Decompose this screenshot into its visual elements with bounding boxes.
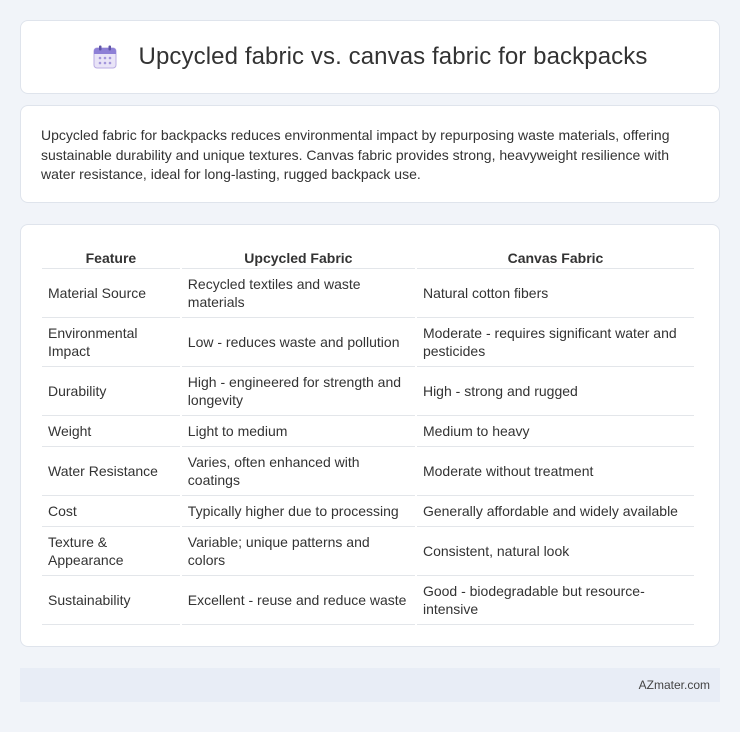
cell-upcycled: Excellent - reuse and reduce waste [181,576,415,625]
comparison-table: Feature Upcycled Fabric Canvas Fabric Ma… [40,247,696,625]
header-canvas: Canvas Fabric [416,247,694,269]
cell-upcycled: Low - reduces waste and pollution [181,318,415,367]
table-row: Durability High - engineered for strengt… [42,367,694,416]
cell-feature: Cost [42,496,180,527]
header-card: Upcycled fabric vs. canvas fabric for ba… [20,20,720,94]
cell-canvas: Moderate without treatment [416,447,694,496]
footer: AZmater.com [20,668,720,702]
table-row: Water Resistance Varies, often enhanced … [42,447,694,496]
cell-canvas: Generally affordable and widely availabl… [416,496,694,527]
cell-upcycled: Typically higher due to processing [181,496,415,527]
table-card: Feature Upcycled Fabric Canvas Fabric Ma… [20,224,720,647]
cell-upcycled: Light to medium [181,416,415,447]
cell-upcycled: Variable; unique patterns and colors [181,527,415,576]
intro-card: Upcycled fabric for backpacks reduces en… [20,105,720,203]
table-row: Material Source Recycled textiles and wa… [42,269,694,318]
header-feature: Feature [42,247,180,269]
table-row: Environmental Impact Low - reduces waste… [42,318,694,367]
intro-text: Upcycled fabric for backpacks reduces en… [41,127,670,182]
cell-feature: Texture & Appearance [42,527,180,576]
cell-canvas: Medium to heavy [416,416,694,447]
cell-feature: Environmental Impact [42,318,180,367]
cell-upcycled: Recycled textiles and waste materials [181,269,415,318]
cell-feature: Material Source [42,269,180,318]
cell-feature: Water Resistance [42,447,180,496]
cell-canvas: Consistent, natural look [416,527,694,576]
table-row: Cost Typically higher due to processing … [42,496,694,527]
footer-site-link[interactable]: AZmater.com [639,678,710,692]
cell-canvas: Good - biodegradable but resource-intens… [416,576,694,625]
cell-canvas: Natural cotton fibers [416,269,694,318]
page-title: Upcycled fabric vs. canvas fabric for ba… [138,43,648,70]
table-row: Weight Light to medium Medium to heavy [42,416,694,447]
calendar-icon [93,45,117,69]
cell-canvas: High - strong and rugged [416,367,694,416]
title-wrap: Upcycled fabric vs. canvas fabric for ba… [93,43,648,71]
header-upcycled: Upcycled Fabric [181,247,415,269]
cell-canvas: Moderate - requires significant water an… [416,318,694,367]
table-row: Sustainability Excellent - reuse and red… [42,576,694,625]
cell-feature: Durability [42,367,180,416]
table-row: Texture & Appearance Variable; unique pa… [42,527,694,576]
table-header-row: Feature Upcycled Fabric Canvas Fabric [42,247,694,269]
cell-feature: Weight [42,416,180,447]
cell-feature: Sustainability [42,576,180,625]
cell-upcycled: High - engineered for strength and longe… [181,367,415,416]
cell-upcycled: Varies, often enhanced with coatings [181,447,415,496]
